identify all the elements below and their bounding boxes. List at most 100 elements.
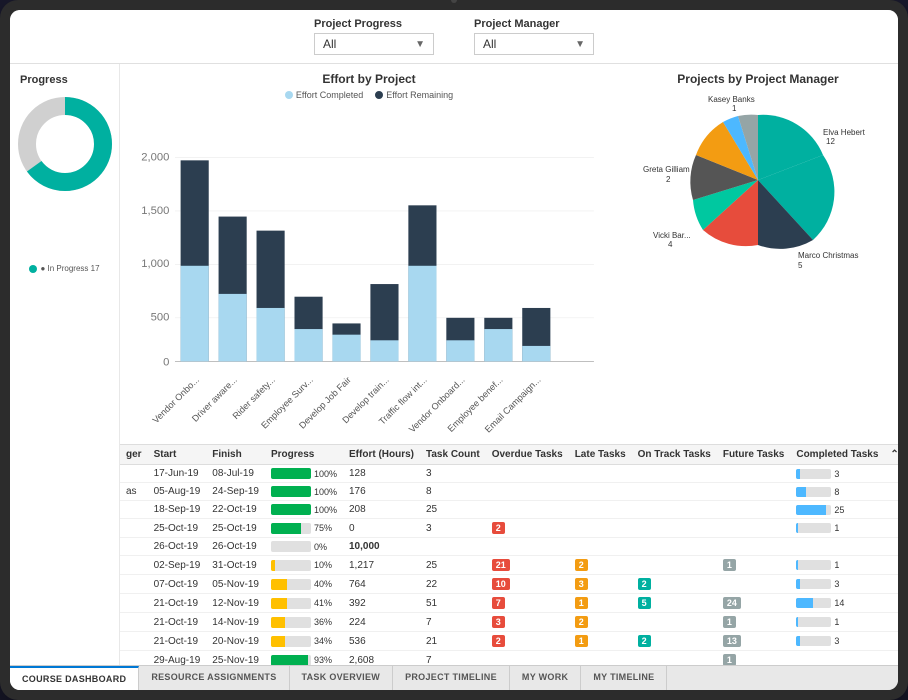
task-tag: 2 — [638, 635, 651, 647]
pie-chart-svg: Elva Hebert 12 Marco Christmas 5 Vicki B… — [628, 90, 888, 270]
effort-chart-legend: Effort Completed Effort Remaining — [285, 90, 453, 100]
bar-chart-svg: 2,000 1,500 1,000 500 0 — [130, 104, 608, 436]
table-row: 21-Oct-1914-Nov-1936%22473211 — [120, 613, 898, 632]
col-effort: Effort (Hours) — [343, 445, 420, 465]
progress-cell: 0% — [265, 538, 343, 556]
label-greta-val: 2 — [666, 175, 671, 184]
bar-completed-9 — [484, 329, 512, 361]
progress-cell: 34% — [265, 632, 343, 651]
project-progress-label: Project Progress — [314, 18, 402, 30]
col-progress: Progress — [265, 445, 343, 465]
tab-task-overview[interactable]: Task Overview — [290, 666, 394, 690]
task-tag: 1 — [723, 616, 736, 628]
camera-dot — [451, 0, 457, 3]
project-manager-label: Project Manager — [474, 18, 560, 30]
left-panel-title: Progress — [20, 74, 68, 86]
col-finish: Finish — [206, 445, 265, 465]
donut-chart — [15, 94, 115, 194]
task-tag: 3 — [492, 616, 505, 628]
label-marco: Marco Christmas — [798, 251, 858, 260]
legend-remaining-dot — [375, 91, 383, 99]
col-scroll: ⌃ — [884, 445, 898, 465]
task-tag: 10 — [492, 578, 510, 590]
bar-completed-8 — [446, 340, 474, 361]
table-row: 21-Oct-1920-Nov-1934%53621212133 — [120, 632, 898, 651]
bar-completed-6 — [370, 340, 398, 361]
bar-completed-7 — [408, 266, 436, 362]
table-row: 21-Oct-1912-Nov-1941%392517152414 — [120, 594, 898, 613]
task-tag: 24 — [723, 597, 741, 609]
task-tag: 2 — [492, 635, 505, 647]
legend-completed-dot — [285, 91, 293, 99]
table-row: 18-Sep-1922-Oct-19100%2082525 — [120, 501, 898, 519]
label-vicki: Vicki Bar... — [653, 231, 691, 240]
task-tag: 1 — [575, 635, 588, 647]
bar-completed-10 — [522, 346, 550, 361]
donut-container — [15, 94, 115, 194]
svg-text:0: 0 — [163, 357, 169, 369]
tab-resource-assignments[interactable]: Resource Assignments — [139, 666, 289, 690]
col-task-count: Task Count — [420, 445, 486, 465]
project-progress-select[interactable]: All ▼ — [314, 33, 434, 55]
bar-completed-1 — [181, 266, 209, 362]
table-wrap[interactable]: ger Start Finish Progress Effort (Hours)… — [120, 445, 898, 665]
col-on-track: On Track Tasks — [632, 445, 717, 465]
svg-text:1,000: 1,000 — [141, 258, 169, 270]
svg-text:1,500: 1,500 — [141, 205, 169, 217]
bar-chart-wrap: 2,000 1,500 1,000 500 0 — [130, 104, 608, 436]
legend-remaining-label: Effort Remaining — [386, 90, 453, 100]
table-row: 25-Oct-1925-Oct-1975%0321 — [120, 519, 898, 538]
col-completed: Completed Tasks — [790, 445, 884, 465]
tab-my-timeline[interactable]: My Timeline — [581, 666, 667, 690]
effort-chart-title: Effort by Project — [322, 72, 415, 86]
task-tag: 2 — [638, 578, 651, 590]
pie-chart-section: Projects by Project Manager — [618, 72, 898, 436]
project-progress-arrow: ▼ — [415, 39, 425, 50]
left-panel: Progress ● In Progress 17 — [10, 64, 120, 665]
task-tag: 2 — [575, 559, 588, 571]
bar-completed-4 — [294, 329, 322, 361]
table-row: 07-Oct-1905-Nov-1940%7642210323 — [120, 575, 898, 594]
charts-row: Effort by Project Effort Completed Effor… — [120, 64, 898, 444]
task-tag: 1 — [723, 654, 736, 665]
label-elva-val: 12 — [826, 137, 835, 146]
label-marco-val: 5 — [798, 261, 803, 270]
progress-cell: 41% — [265, 594, 343, 613]
progress-cell: 100% — [265, 465, 343, 483]
project-manager-select[interactable]: All ▼ — [474, 33, 594, 55]
tab-course-dashboard[interactable]: Course Dashboard — [10, 666, 139, 690]
project-manager-value: All — [483, 37, 496, 51]
table-row: 26-Oct-1926-Oct-190%10,000 — [120, 538, 898, 556]
task-tag: 21 — [492, 559, 510, 571]
table-section: ger Start Finish Progress Effort (Hours)… — [120, 444, 898, 665]
project-manager-filter: Project Manager All ▼ — [474, 18, 594, 55]
task-tag: 5 — [638, 597, 651, 609]
table-row: 29-Aug-1925-Nov-1993%2,60871 — [120, 651, 898, 666]
progress-cell: 100% — [265, 501, 343, 519]
table-row: 17-Jun-1908-Jul-19100%12833 — [120, 465, 898, 483]
task-tag: 1 — [723, 559, 736, 571]
tab-my-work[interactable]: My Work — [510, 666, 581, 690]
svg-text:500: 500 — [151, 312, 170, 324]
col-start: Start — [148, 445, 207, 465]
progress-cell: 36% — [265, 613, 343, 632]
task-tag: 2 — [492, 522, 505, 534]
col-manager: ger — [120, 445, 148, 465]
tab-project-timeline[interactable]: Project Timeline — [393, 666, 510, 690]
main-content: Progress ● In Progress 17 — [10, 64, 898, 665]
svg-text:2,000: 2,000 — [141, 151, 169, 163]
project-progress-value: All — [323, 37, 336, 51]
in-progress-label: ● In Progress 17 — [40, 264, 99, 273]
label-kasey-val: 1 — [732, 104, 737, 113]
legend-completed-label: Effort Completed — [296, 90, 363, 100]
table-row: as05-Aug-1924-Sep-19100%17688 — [120, 483, 898, 501]
label-kasey: Kasey Banks — [708, 95, 755, 104]
table-row: 02-Sep-1931-Oct-1910%1,2172521211 — [120, 556, 898, 575]
progress-cell: 100% — [265, 483, 343, 501]
project-table: ger Start Finish Progress Effort (Hours)… — [120, 445, 898, 665]
label-vicki-val: 4 — [668, 240, 673, 249]
legend-completed: Effort Completed — [285, 90, 363, 100]
progress-cell: 10% — [265, 556, 343, 575]
effort-by-project-section: Effort by Project Effort Completed Effor… — [120, 72, 618, 436]
progress-cell: 75% — [265, 519, 343, 538]
